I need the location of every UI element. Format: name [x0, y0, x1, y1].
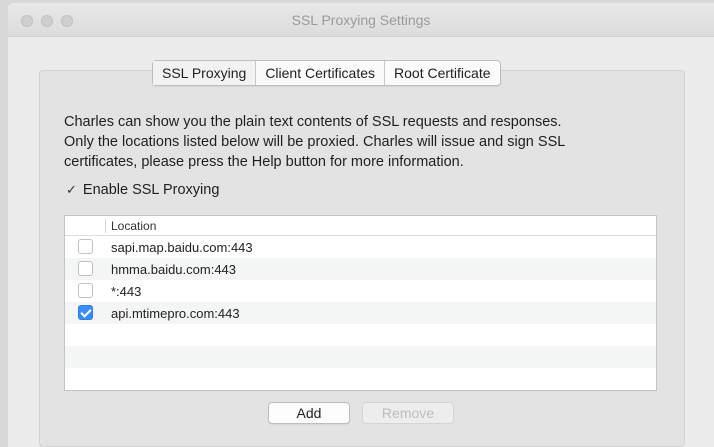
location-cell: *:443	[111, 284, 142, 299]
table-row[interactable]: hmma.baidu.com:443	[65, 258, 656, 280]
tab-root-certificate[interactable]: Root Certificate	[385, 61, 499, 85]
description-line: Only the locations listed below will be …	[64, 134, 566, 150]
ssl-proxying-settings-window: SSL Proxying Settings SSL Proxying Clien…	[8, 3, 714, 447]
column-separator	[105, 219, 106, 233]
add-button[interactable]: Add	[268, 402, 350, 424]
row-enabled-checkbox[interactable]	[78, 239, 93, 254]
location-cell: api.mtimepro.com:443	[111, 306, 240, 321]
checkmark-icon: ✓	[66, 182, 77, 197]
empty-row	[65, 324, 656, 346]
empty-row	[65, 346, 656, 368]
description-line: Charles can show you the plain text cont…	[64, 114, 562, 130]
row-enabled-checkbox[interactable]	[78, 283, 93, 298]
title-bar: SSL Proxying Settings	[8, 3, 714, 37]
locations-table[interactable]: Location sapi.map.baidu.com:443 hmma.bai…	[64, 215, 657, 391]
row-enabled-checkbox[interactable]	[78, 261, 93, 276]
table-row[interactable]: sapi.map.baidu.com:443	[65, 236, 656, 258]
empty-row	[65, 368, 656, 390]
tab-bar: SSL Proxying Client Certificates Root Ce…	[152, 60, 501, 86]
location-column-header[interactable]: Location	[111, 219, 156, 233]
tab-client-certificates[interactable]: Client Certificates	[256, 61, 386, 85]
remove-button[interactable]: Remove	[362, 402, 454, 424]
table-header: Location	[65, 216, 656, 236]
location-cell: sapi.map.baidu.com:443	[111, 240, 253, 255]
window-title: SSL Proxying Settings	[291, 12, 431, 28]
tab-ssl-proxying[interactable]: SSL Proxying	[153, 61, 257, 85]
location-cell: hmma.baidu.com:443	[111, 262, 237, 277]
description-text: Charles can show you the plain text cont…	[64, 112, 664, 172]
row-enabled-checkbox[interactable]	[78, 305, 93, 320]
table-row[interactable]: api.mtimepro.com:443	[65, 302, 656, 324]
enable-ssl-proxying-label: Enable SSL Proxying	[82, 182, 220, 198]
table-row[interactable]: *:443	[65, 280, 656, 302]
description-line: certificates, please press the Help butt…	[64, 154, 464, 170]
enable-ssl-proxying-checkbox[interactable]: ✓ Enable SSL Proxying	[66, 180, 219, 200]
